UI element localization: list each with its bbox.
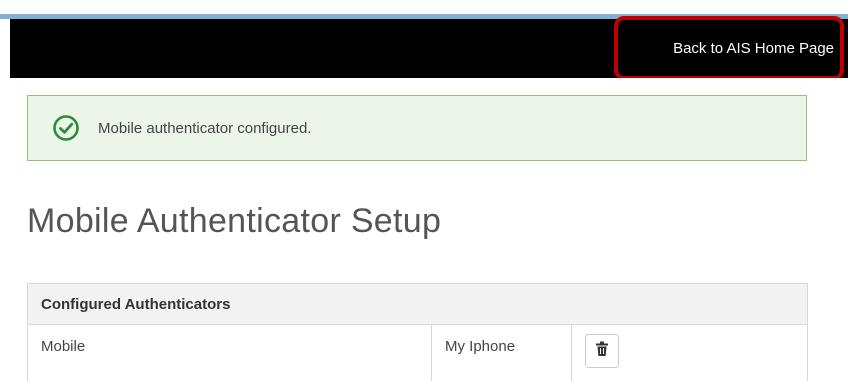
- page-title: Mobile Authenticator Setup: [27, 202, 442, 240]
- back-to-home-link[interactable]: Back to AIS Home Page: [614, 16, 844, 80]
- table-row: Mobile My Iphone: [28, 325, 807, 381]
- success-alert: Mobile authenticator configured.: [27, 95, 807, 161]
- authenticator-action-cell: [572, 325, 807, 381]
- delete-authenticator-button[interactable]: [585, 334, 619, 368]
- authenticators-table: Configured Authenticators Mobile My Ipho…: [27, 283, 808, 381]
- back-to-home-link-label: Back to AIS Home Page: [673, 39, 834, 57]
- check-circle-icon: [51, 113, 81, 143]
- trash-icon: [595, 341, 609, 361]
- main-content: Mobile authenticator configured. Mobile …: [10, 78, 848, 381]
- app-window: Back to AIS Home Page Mobile authenticat…: [0, 0, 848, 381]
- authenticator-name-cell: My Iphone: [432, 325, 572, 381]
- table-heading: Configured Authenticators: [28, 284, 807, 325]
- alert-message: Mobile authenticator configured.: [98, 119, 312, 137]
- authenticator-type-cell: Mobile: [28, 325, 432, 381]
